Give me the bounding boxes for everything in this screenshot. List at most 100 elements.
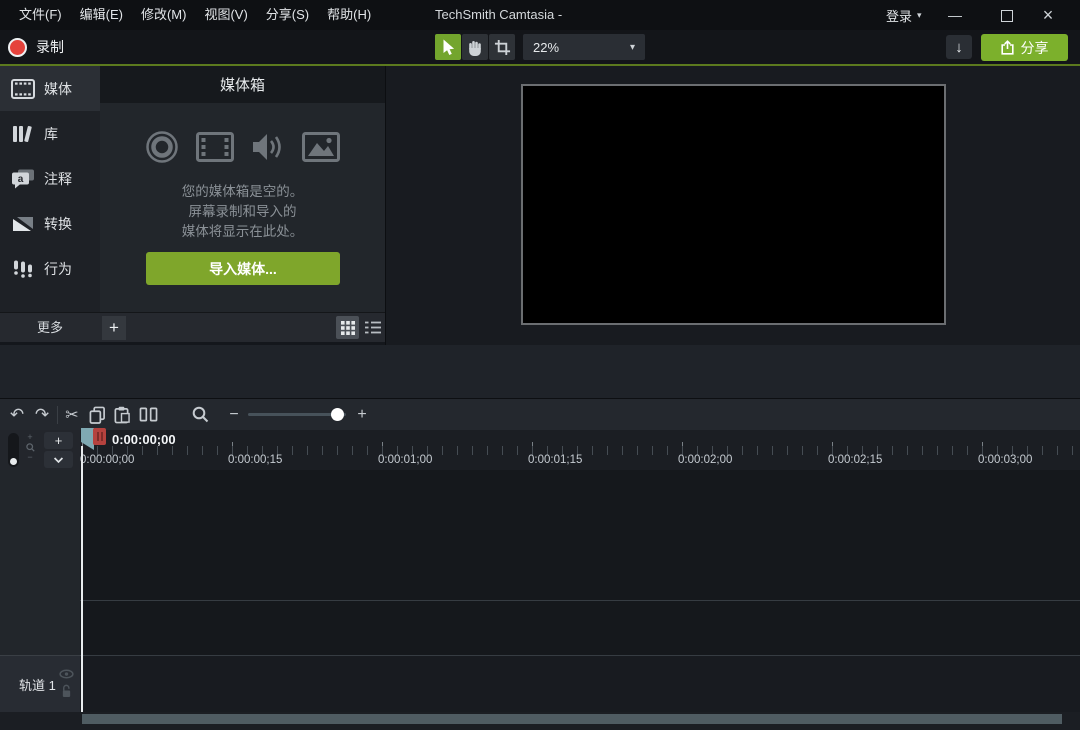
sidebar-item-library[interactable]: 库 <box>0 111 100 156</box>
menu-modify[interactable]: 修改(M) <box>132 0 196 30</box>
timeline-zoom-slider-thumb[interactable] <box>331 408 344 421</box>
redo-button[interactable]: ↷ <box>31 399 53 430</box>
playhead-flag-icon <box>80 428 94 450</box>
media-icon <box>11 79 35 99</box>
copy-button[interactable] <box>86 399 108 430</box>
zoom-in-button[interactable]: + <box>352 399 372 430</box>
cut-button[interactable]: ✂ <box>61 399 83 430</box>
timeline-tracks-area[interactable] <box>80 470 1080 712</box>
share-button[interactable]: 分享 <box>981 34 1068 61</box>
camtasia-window: 文件(F) 编辑(E) 修改(M) 视图(V) 分享(S) 帮助(H) Tech… <box>0 0 1080 730</box>
minimize-icon: — <box>948 7 962 23</box>
crop-icon <box>494 39 511 56</box>
record-button[interactable]: 录制 <box>8 34 64 60</box>
sidebar-item-label: 媒体 <box>44 79 72 99</box>
ruler-label: 0:00:00;00 <box>80 454 134 466</box>
select-tool-button[interactable] <box>435 34 461 60</box>
track-1-lane[interactable] <box>80 656 1080 712</box>
paste-icon <box>113 406 130 424</box>
grid-view-button[interactable] <box>336 316 359 339</box>
more-tools-button[interactable]: 更多 <box>0 313 100 342</box>
pan-tool-button[interactable] <box>462 34 488 60</box>
sidebar-item-annotations[interactable]: a 注释 <box>0 156 100 201</box>
library-icon <box>11 124 35 144</box>
track-1-header[interactable]: 轨道 1 <box>0 655 80 712</box>
preview-canvas[interactable] <box>521 84 946 325</box>
ruler-label: 0:00:00;15 <box>228 454 282 466</box>
timeline-left-controls: + − + <box>0 430 80 470</box>
sign-in-label: 登录 <box>886 6 912 25</box>
paste-button[interactable] <box>110 399 132 430</box>
menu-edit[interactable]: 编辑(E) <box>71 0 132 30</box>
sidebar-item-transitions[interactable]: 转换 <box>0 201 100 246</box>
horizontal-scrollbar[interactable] <box>82 714 1062 724</box>
menu-view[interactable]: 视图(V) <box>195 0 256 30</box>
svg-text:a: a <box>18 174 24 185</box>
sidebar-item-label: 注释 <box>44 169 72 189</box>
eye-icon[interactable] <box>59 669 74 679</box>
audio-icon <box>251 131 285 163</box>
track-zoom-in-button[interactable]: + <box>27 432 32 443</box>
sidebar-item-media[interactable]: 媒体 <box>0 66 100 111</box>
add-track-button[interactable]: + <box>44 432 73 449</box>
menu-file[interactable]: 文件(F) <box>10 0 71 30</box>
zoom-out-button[interactable]: − <box>224 399 244 430</box>
sidebar: 媒体 库 a 注释 <box>0 66 100 312</box>
sidebar-item-behaviors[interactable]: 行为 <box>0 246 100 291</box>
undo-button[interactable]: ↶ <box>6 399 28 430</box>
canvas-zoom-dropdown[interactable]: 22% ▾ <box>523 34 645 60</box>
sign-in-button[interactable]: 登录 ▾ <box>886 0 922 30</box>
annotation-icon: a <box>11 168 35 189</box>
caret-down-icon: ▾ <box>917 10 922 21</box>
empty-text-line: 媒体将显示在此处。 <box>100 222 385 242</box>
timeline-zoom-button[interactable] <box>189 399 211 430</box>
magnifier-icon <box>192 406 209 423</box>
window-title: TechSmith Camtasia - <box>435 0 562 30</box>
magnifier-icon <box>26 443 35 452</box>
download-button[interactable]: ↓ <box>946 35 972 59</box>
list-view-icon <box>365 321 381 334</box>
minimize-button[interactable]: — <box>939 0 971 30</box>
recording-icon <box>145 130 179 164</box>
track-height-slider-thumb[interactable] <box>10 458 17 465</box>
track-separator <box>80 600 1080 601</box>
caret-down-icon: ▾ <box>630 42 635 53</box>
import-media-button[interactable]: 导入媒体... <box>146 252 340 285</box>
share-label: 分享 <box>1021 38 1049 58</box>
sidebar-item-label: 库 <box>44 124 58 144</box>
maximize-button[interactable] <box>990 0 1022 30</box>
ruler-label: 0:00:02;00 <box>678 454 732 466</box>
maximize-icon <box>1001 10 1013 22</box>
split-button[interactable] <box>136 399 160 430</box>
menu-help[interactable]: 帮助(H) <box>318 0 380 30</box>
track-header-column: 轨道 1 <box>0 470 80 712</box>
media-bin-empty-text: 您的媒体箱是空的。 屏幕录制和导入的 媒体将显示在此处。 <box>100 182 385 242</box>
collapse-tracks-button[interactable] <box>44 451 73 468</box>
copy-icon <box>89 406 106 424</box>
lock-icon[interactable] <box>61 684 72 698</box>
media-bin-title: 媒体箱 <box>100 66 385 103</box>
crop-tool-button[interactable] <box>489 34 515 60</box>
track-zoom-out-button[interactable]: − <box>27 452 32 463</box>
video-icon <box>196 132 234 162</box>
media-bin-empty-icons <box>100 130 385 164</box>
canvas-tools <box>435 34 515 60</box>
track-height-slider[interactable] <box>8 433 19 467</box>
cursor-icon <box>441 39 456 56</box>
close-icon: × <box>1043 5 1054 25</box>
list-view-button[interactable] <box>361 316 384 339</box>
record-icon <box>8 38 27 57</box>
playhead-line[interactable] <box>81 446 83 712</box>
timeline-ruler[interactable]: 0:00:00;00 0:00:00;00 0:00:00;15 0:00:01… <box>80 430 1080 470</box>
menu-share[interactable]: 分享(S) <box>257 0 318 30</box>
transition-icon <box>11 214 35 234</box>
download-icon: ↓ <box>955 39 963 56</box>
add-media-button[interactable]: + <box>102 316 126 340</box>
edit-toolbar: ↶ ↷ ✂ <box>0 398 1080 430</box>
hand-icon <box>467 39 483 56</box>
undo-icon: ↶ <box>10 405 24 425</box>
track-zoom-controls: + − <box>24 432 36 463</box>
close-button[interactable]: × <box>1032 0 1064 30</box>
playhead-handle[interactable] <box>80 428 106 450</box>
plus-icon: + <box>109 318 119 338</box>
